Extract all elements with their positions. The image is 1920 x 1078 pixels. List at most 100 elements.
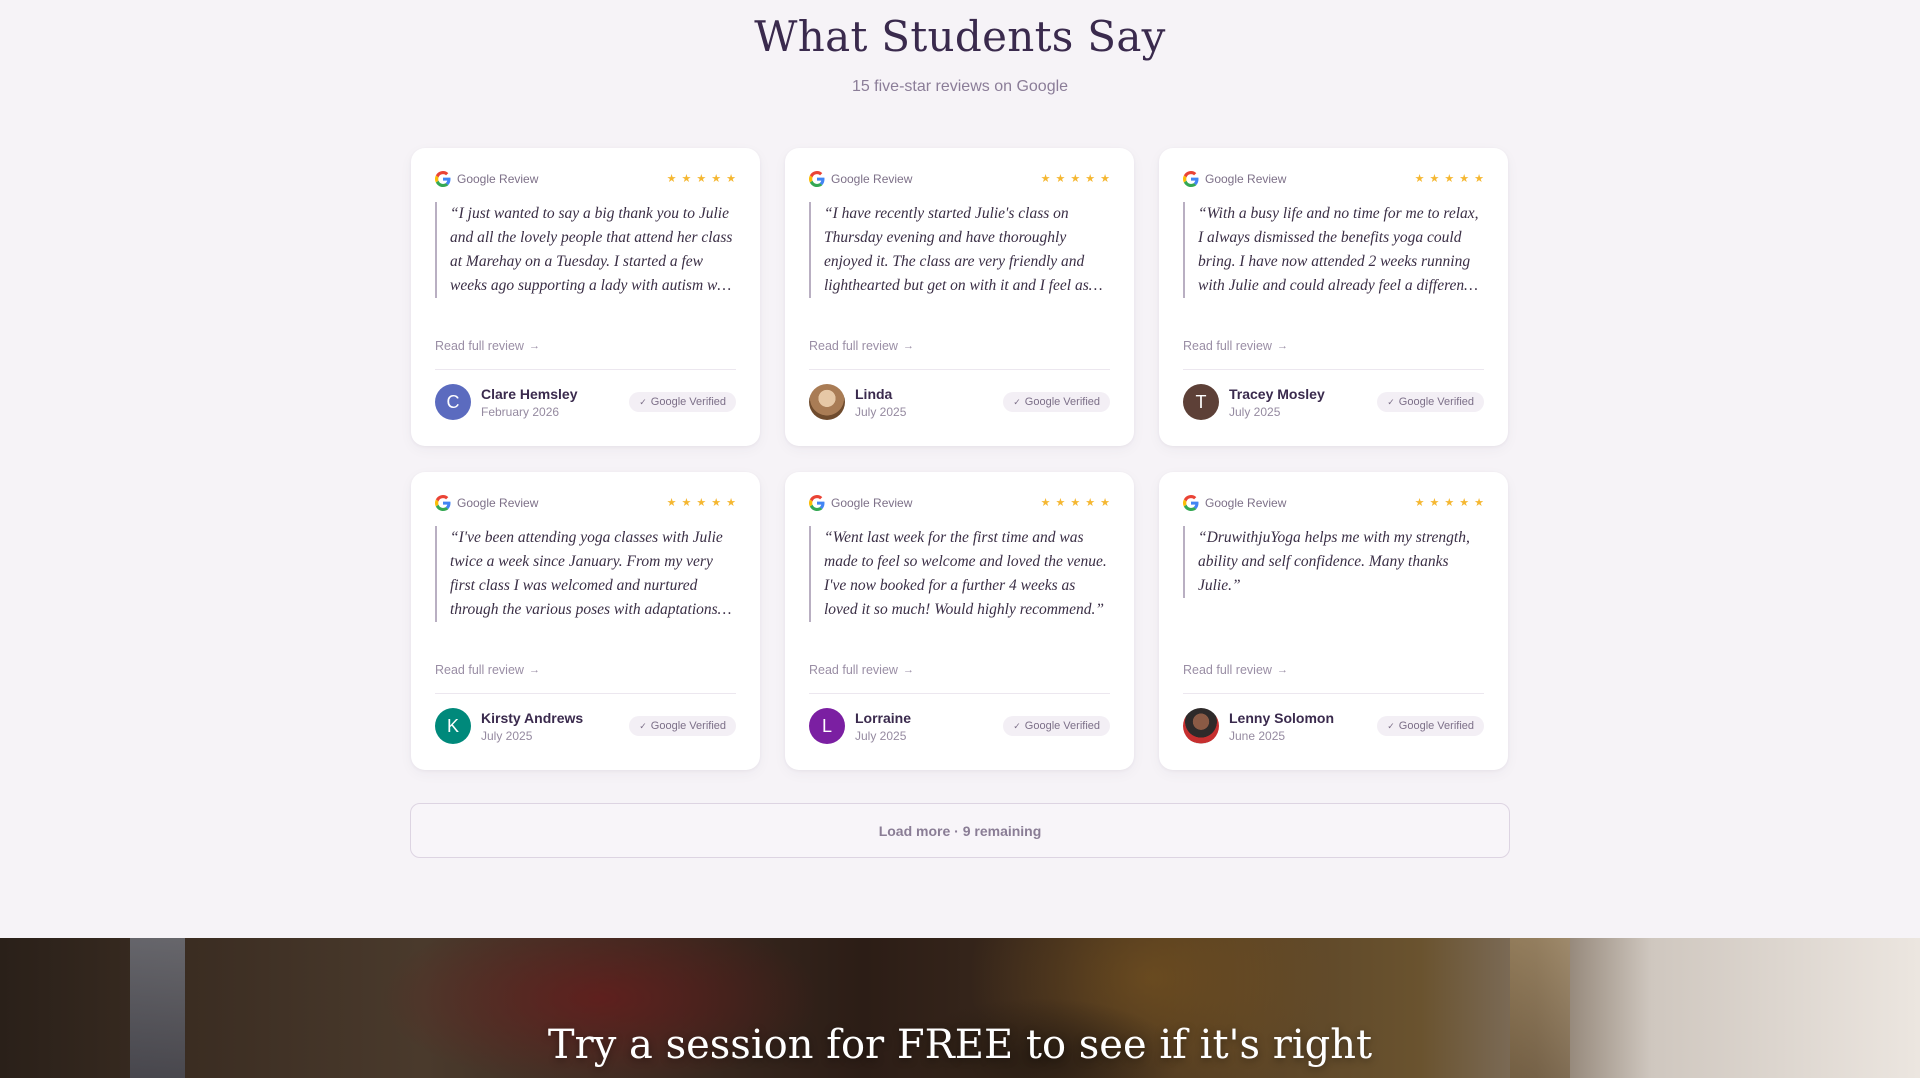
- verified-badge: ✓ Google Verified: [629, 392, 736, 412]
- star-icon: ★: [1070, 172, 1081, 185]
- cta-banner: Try a session for FREE to see if it's ri…: [0, 938, 1920, 1078]
- review-source-label: Google Review: [457, 496, 539, 510]
- review-source-label: Google Review: [457, 172, 539, 186]
- star-icon: ★: [726, 172, 736, 185]
- review-card: Google Review ★ ★ ★ ★ ★ “I have recently sta…: [785, 148, 1134, 446]
- author-name: Kirsty Andrews: [481, 709, 584, 726]
- review-card: Google Review ★ ★ ★ ★ ★ “I've been attending…: [411, 472, 760, 770]
- star-icon: ★: [711, 496, 722, 509]
- read-full-review-label: Read full review: [809, 339, 898, 353]
- avatar: T: [1183, 384, 1219, 420]
- google-icon: [809, 171, 825, 187]
- star-icon: ★: [1040, 496, 1051, 509]
- read-full-review-link[interactable]: Read full review →: [809, 339, 914, 353]
- section-title: What Students Say: [754, 12, 1166, 61]
- review-source-label: Google Review: [831, 496, 913, 510]
- read-full-review-label: Read full review: [1183, 339, 1272, 353]
- read-full-review-link[interactable]: Read full review →: [1183, 339, 1288, 353]
- read-full-review-label: Read full review: [435, 663, 524, 677]
- google-icon: [435, 171, 451, 187]
- star-icon: ★: [1459, 496, 1470, 509]
- author-name: Linda: [855, 385, 893, 402]
- star-icon: ★: [1085, 172, 1096, 185]
- read-full-review-link[interactable]: Read full review →: [809, 663, 914, 677]
- read-full-review-link[interactable]: Read full review →: [435, 339, 540, 353]
- star-icon: ★: [1474, 496, 1484, 509]
- load-more-button[interactable]: Load more · 9 remaining: [410, 803, 1510, 858]
- cta-title: Try a session for FREE to see if it's ri…: [547, 1022, 1373, 1068]
- star-icon: ★: [696, 496, 707, 509]
- verified-badge: ✓ Google Verified: [1003, 716, 1110, 736]
- avatar: K: [435, 708, 471, 744]
- star-icon: ★: [726, 496, 736, 509]
- section-subtitle: 15 five-star reviews on Google: [851, 78, 1069, 95]
- star-icon: ★: [666, 496, 677, 509]
- arrow-right-icon: →: [902, 664, 914, 676]
- star-rating: ★ ★ ★ ★ ★: [1040, 496, 1110, 509]
- read-full-review-link[interactable]: Read full review →: [1183, 663, 1288, 677]
- review-card: Google Review ★ ★ ★ ★ ★ “Went last week for …: [785, 472, 1134, 770]
- divider: [1183, 693, 1484, 694]
- review-card: Google Review ★ ★ ★ ★ ★ “DruwithjuYoga helps…: [1159, 472, 1508, 770]
- review-quote: “I just wanted to say a big thank you to…: [435, 202, 736, 298]
- star-icon: ★: [1055, 172, 1066, 185]
- review-quote: “I've been attending yoga classes with J…: [435, 526, 736, 622]
- review-source-label: Google Review: [1205, 172, 1287, 186]
- arrow-right-icon: →: [1276, 340, 1288, 352]
- star-rating: ★ ★ ★ ★ ★: [1414, 496, 1484, 509]
- review-date: July 2025: [1229, 404, 1281, 419]
- read-full-review-label: Read full review: [435, 339, 524, 353]
- divider: [809, 693, 1110, 694]
- star-rating: ★ ★ ★ ★ ★: [666, 496, 736, 509]
- star-icon: ★: [1414, 172, 1425, 185]
- avatar: L: [809, 708, 845, 744]
- star-icon: ★: [1100, 172, 1110, 185]
- avatar: C: [435, 384, 471, 420]
- review-quote: “With a busy life and no time for me to …: [1183, 202, 1484, 298]
- review-date: July 2025: [855, 728, 907, 743]
- star-icon: ★: [1444, 496, 1455, 509]
- check-icon: ✓: [1387, 396, 1395, 407]
- read-full-review-link[interactable]: Read full review →: [435, 663, 540, 677]
- review-quote: “DruwithjuYoga helps me with my strength…: [1183, 526, 1484, 598]
- star-rating: ★ ★ ★ ★ ★: [1040, 172, 1110, 185]
- arrow-right-icon: →: [528, 664, 540, 676]
- review-card: Google Review ★ ★ ★ ★ ★ “I just wanted to sa…: [411, 148, 760, 446]
- avatar-photo: [1183, 708, 1219, 744]
- star-icon: ★: [1414, 496, 1425, 509]
- star-icon: ★: [1429, 172, 1440, 185]
- check-icon: ✓: [639, 720, 647, 731]
- star-icon: ★: [1459, 172, 1470, 185]
- read-full-review-label: Read full review: [1183, 663, 1272, 677]
- review-date: July 2025: [481, 728, 533, 743]
- google-icon: [1183, 495, 1199, 511]
- review-card: Google Review ★ ★ ★ ★ ★ “With a busy life an…: [1159, 148, 1508, 446]
- arrow-right-icon: →: [528, 340, 540, 352]
- review-date: July 2025: [855, 404, 907, 419]
- star-rating: ★ ★ ★ ★ ★: [1414, 172, 1484, 185]
- star-icon: ★: [1429, 496, 1440, 509]
- check-icon: ✓: [1013, 396, 1021, 407]
- check-icon: ✓: [639, 396, 647, 407]
- verified-badge: ✓ Google Verified: [1377, 716, 1484, 736]
- divider: [435, 369, 736, 370]
- review-date: February 2026: [481, 404, 560, 419]
- google-icon: [809, 495, 825, 511]
- author-name: Lorraine: [855, 709, 912, 726]
- check-icon: ✓: [1387, 720, 1395, 731]
- review-quote: “I have recently started Julie's class o…: [809, 202, 1110, 298]
- avatar-photo: [809, 384, 845, 420]
- review-source-label: Google Review: [831, 172, 913, 186]
- arrow-right-icon: →: [902, 340, 914, 352]
- star-icon: ★: [681, 172, 692, 185]
- check-icon: ✓: [1013, 720, 1021, 731]
- star-icon: ★: [1474, 172, 1484, 185]
- author-name: Lenny Solomon: [1229, 709, 1334, 726]
- divider: [1183, 369, 1484, 370]
- review-source-label: Google Review: [1205, 496, 1287, 510]
- star-icon: ★: [681, 496, 692, 509]
- read-full-review-label: Read full review: [809, 663, 898, 677]
- review-quote: “Went last week for the first time and w…: [809, 526, 1110, 622]
- star-icon: ★: [1040, 172, 1051, 185]
- author-name: Clare Hemsley: [481, 385, 578, 402]
